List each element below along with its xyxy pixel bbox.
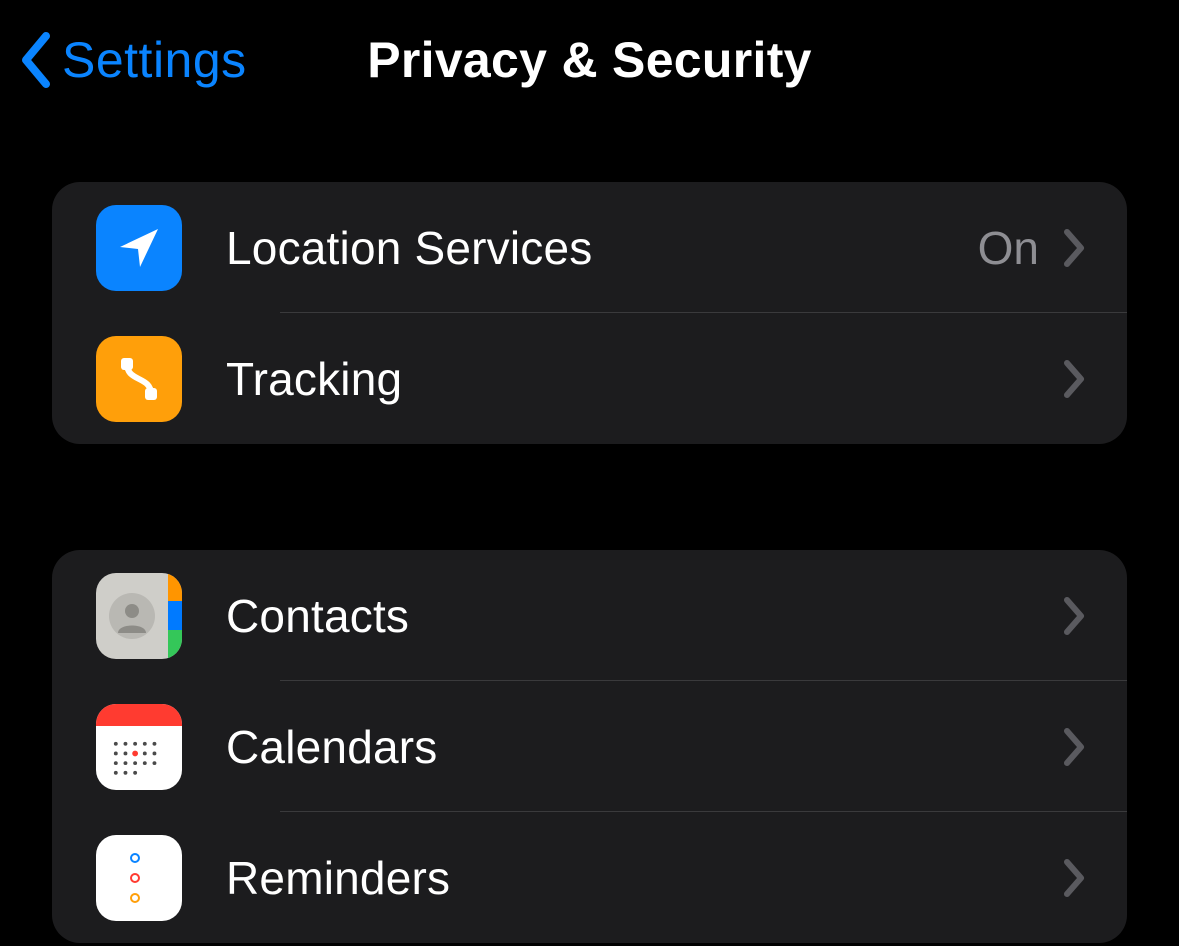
row-label: Location Services — [226, 221, 978, 275]
row-label: Calendars — [226, 720, 1063, 774]
chevron-right-icon — [1063, 596, 1085, 636]
back-label: Settings — [62, 31, 247, 89]
row-contacts[interactable]: Contacts — [52, 550, 1127, 681]
chevron-right-icon — [1063, 858, 1085, 898]
chevron-right-icon — [1063, 727, 1085, 767]
row-location-services[interactable]: Location Services On — [52, 182, 1127, 313]
calendars-icon — [96, 704, 182, 790]
contacts-icon — [96, 573, 182, 659]
chevron-left-icon — [20, 32, 52, 88]
settings-group: Location Services On Tracking — [52, 182, 1127, 444]
location-arrow-icon — [96, 205, 182, 291]
page-title: Privacy & Security — [367, 31, 812, 89]
nav-header: Settings Privacy & Security — [0, 0, 1179, 120]
row-value: On — [978, 221, 1039, 275]
row-label: Tracking — [226, 352, 1063, 406]
row-label: Contacts — [226, 589, 1063, 643]
row-calendars[interactable]: Calendars — [52, 681, 1127, 812]
chevron-right-icon — [1063, 228, 1085, 268]
tracking-icon — [96, 336, 182, 422]
row-reminders[interactable]: Reminders — [52, 812, 1127, 943]
back-button[interactable]: Settings — [20, 31, 247, 89]
row-tracking[interactable]: Tracking — [52, 313, 1127, 444]
settings-group: Contacts Calendars — [52, 550, 1127, 943]
reminders-icon — [96, 835, 182, 921]
row-label: Reminders — [226, 851, 1063, 905]
chevron-right-icon — [1063, 359, 1085, 399]
